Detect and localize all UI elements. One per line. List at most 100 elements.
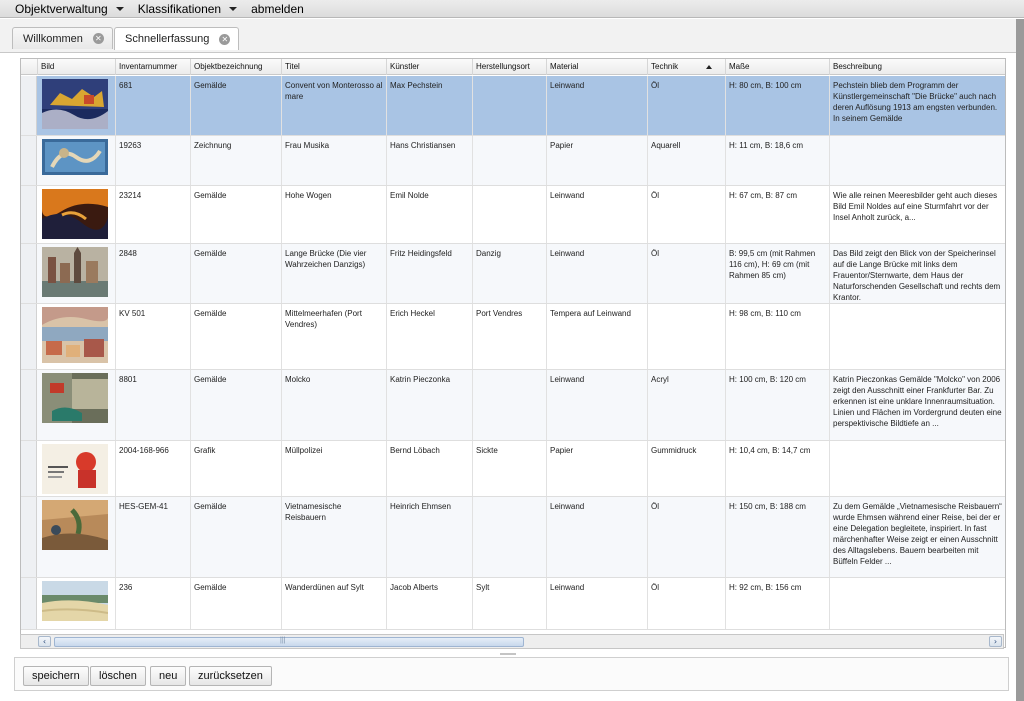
horizontal-scrollbar[interactable]: ‹ ||| › <box>20 634 1004 649</box>
cell-kuenstler[interactable]: Max Pechstein <box>387 76 473 135</box>
cell-herstellungsort[interactable] <box>473 186 547 243</box>
column-header-technik[interactable]: Technik <box>648 59 726 75</box>
cell-inventarnummer[interactable]: 2848 <box>116 244 191 303</box>
row-selector[interactable] <box>21 186 37 243</box>
cell-material[interactable]: Papier <box>547 136 648 185</box>
close-icon[interactable]: ✕ <box>219 33 231 45</box>
row-selector[interactable] <box>21 370 37 440</box>
cell-titel[interactable]: Frau Musika <box>282 136 387 185</box>
menu-abmelden[interactable]: abmelden <box>251 2 304 16</box>
cell-masse[interactable]: H: 11 cm, B: 18,6 cm <box>726 136 830 185</box>
row-selector[interactable] <box>21 441 37 496</box>
cell-inventarnummer[interactable]: 681 <box>116 76 191 135</box>
table-row[interactable]: 681 Gemälde Convent von Monterosso al ma… <box>21 76 1005 136</box>
column-header-beschreibung[interactable]: Beschreibung <box>830 59 1005 75</box>
row-selector[interactable] <box>21 497 37 577</box>
table-row[interactable]: 19263 Zeichnung Frau Musika Hans Christi… <box>21 136 1005 186</box>
cell-masse[interactable]: H: 100 cm, B: 120 cm <box>726 370 830 440</box>
cell-objektbezeichnung[interactable]: Gemälde <box>191 497 282 577</box>
cell-objektbezeichnung[interactable]: Gemälde <box>191 186 282 243</box>
cell-inventarnummer[interactable]: KV 501 <box>116 304 191 369</box>
artwork-thumbnail[interactable] <box>42 189 108 239</box>
column-header-masse[interactable]: Maße <box>726 59 830 75</box>
cell-technik[interactable]: Öl <box>648 244 726 303</box>
cell-beschreibung[interactable] <box>830 136 1005 185</box>
cell-kuenstler[interactable]: Emil Nolde <box>387 186 473 243</box>
cell-herstellungsort[interactable] <box>473 136 547 185</box>
artwork-thumbnail[interactable] <box>42 79 108 129</box>
cell-titel[interactable]: Wanderdünen auf Sylt <box>282 578 387 629</box>
scrollbar-thumb[interactable]: ||| <box>54 637 524 647</box>
cell-beschreibung[interactable] <box>830 578 1005 629</box>
cell-objektbezeichnung[interactable]: Gemälde <box>191 304 282 369</box>
cell-technik[interactable]: Aquarell <box>648 136 726 185</box>
artwork-thumbnail[interactable] <box>42 500 108 550</box>
cell-beschreibung[interactable]: Pechstein blieb dem Programm der Künstle… <box>830 76 1005 135</box>
cell-technik[interactable]: Acryl <box>648 370 726 440</box>
cell-titel[interactable]: Hohe Wogen <box>282 186 387 243</box>
table-row[interactable]: 23214 Gemälde Hohe Wogen Emil Nolde Lein… <box>21 186 1005 244</box>
cell-kuenstler[interactable]: Jacob Alberts <box>387 578 473 629</box>
column-header-objektbezeichnung[interactable]: Objektbezeichnung <box>191 59 282 75</box>
resize-grip[interactable] <box>500 653 516 655</box>
cell-material[interactable]: Leinwand <box>547 578 648 629</box>
cell-material[interactable]: Leinwand <box>547 76 648 135</box>
scroll-right-icon[interactable]: › <box>989 636 1002 647</box>
cell-titel[interactable]: Convent von Monterosso al mare <box>282 76 387 135</box>
cell-masse[interactable]: H: 150 cm, B: 188 cm <box>726 497 830 577</box>
cell-masse[interactable]: B: 99,5 cm (mit Rahmen 116 cm), H: 69 cm… <box>726 244 830 303</box>
cell-beschreibung[interactable] <box>830 304 1005 369</box>
cell-inventarnummer[interactable]: HES-GEM-41 <box>116 497 191 577</box>
table-row[interactable]: 8801 Gemälde Molcko Katrin Pieczonka Lei… <box>21 370 1005 441</box>
tab-willkommen[interactable]: Willkommen ✕ <box>12 27 113 49</box>
cell-objektbezeichnung[interactable]: Gemälde <box>191 244 282 303</box>
new-button[interactable]: neu <box>150 666 187 686</box>
column-header-herstellungsort[interactable]: Herstellungsort <box>473 59 547 75</box>
cell-material[interactable]: Papier <box>547 441 648 496</box>
cell-masse[interactable]: H: 80 cm, B: 100 cm <box>726 76 830 135</box>
cell-herstellungsort[interactable]: Sylt <box>473 578 547 629</box>
column-header-inventarnummer[interactable]: Inventarnummer <box>116 59 191 75</box>
column-header-titel[interactable]: Titel <box>282 59 387 75</box>
cell-technik[interactable]: Öl <box>648 76 726 135</box>
cell-kuenstler[interactable]: Erich Heckel <box>387 304 473 369</box>
cell-technik[interactable] <box>648 304 726 369</box>
cell-beschreibung[interactable] <box>830 441 1005 496</box>
cell-masse[interactable]: H: 92 cm, B: 156 cm <box>726 578 830 629</box>
cell-herstellungsort[interactable]: Danzig <box>473 244 547 303</box>
close-icon[interactable]: ✕ <box>92 33 104 44</box>
row-selector[interactable] <box>21 244 37 303</box>
cell-titel[interactable]: Mittelmeerhafen (Port Vendres) <box>282 304 387 369</box>
cell-beschreibung[interactable]: Wie alle reinen Meeresbilder geht auch d… <box>830 186 1005 243</box>
save-button[interactable]: speichern <box>23 666 89 686</box>
row-selector[interactable] <box>21 76 37 135</box>
table-row[interactable]: 2848 Gemälde Lange Brücke (Die vier Wahr… <box>21 244 1005 304</box>
cell-technik[interactable]: Öl <box>648 186 726 243</box>
artwork-thumbnail[interactable] <box>42 307 108 363</box>
cell-objektbezeichnung[interactable]: Gemälde <box>191 578 282 629</box>
row-selector[interactable] <box>21 136 37 185</box>
cell-objektbezeichnung[interactable]: Gemälde <box>191 76 282 135</box>
cell-herstellungsort[interactable] <box>473 497 547 577</box>
cell-material[interactable]: Leinwand <box>547 370 648 440</box>
artwork-thumbnail[interactable] <box>42 247 108 297</box>
cell-herstellungsort[interactable]: Sickte <box>473 441 547 496</box>
cell-kuenstler[interactable]: Bernd Löbach <box>387 441 473 496</box>
delete-button[interactable]: löschen <box>90 666 146 686</box>
cell-beschreibung[interactable]: Katrin Pieczonkas Gemälde "Molcko" von 2… <box>830 370 1005 440</box>
cell-inventarnummer[interactable]: 19263 <box>116 136 191 185</box>
cell-kuenstler[interactable]: Fritz Heidingsfeld <box>387 244 473 303</box>
cell-objektbezeichnung[interactable]: Zeichnung <box>191 136 282 185</box>
cell-technik[interactable]: Öl <box>648 497 726 577</box>
cell-material[interactable]: Leinwand <box>547 186 648 243</box>
cell-masse[interactable]: H: 67 cm, B: 87 cm <box>726 186 830 243</box>
cell-material[interactable]: Leinwand <box>547 244 648 303</box>
table-row[interactable]: 236 Gemälde Wanderdünen auf Sylt Jacob A… <box>21 578 1005 630</box>
cell-titel[interactable]: Molcko <box>282 370 387 440</box>
cell-objektbezeichnung[interactable]: Grafik <box>191 441 282 496</box>
reset-button[interactable]: zurücksetzen <box>189 666 272 686</box>
column-header-kuenstler[interactable]: Künstler <box>387 59 473 75</box>
menu-klassifikationen[interactable]: Klassifikationen <box>138 2 238 16</box>
scroll-left-icon[interactable]: ‹ <box>38 636 51 647</box>
cell-titel[interactable]: Müllpolizei <box>282 441 387 496</box>
